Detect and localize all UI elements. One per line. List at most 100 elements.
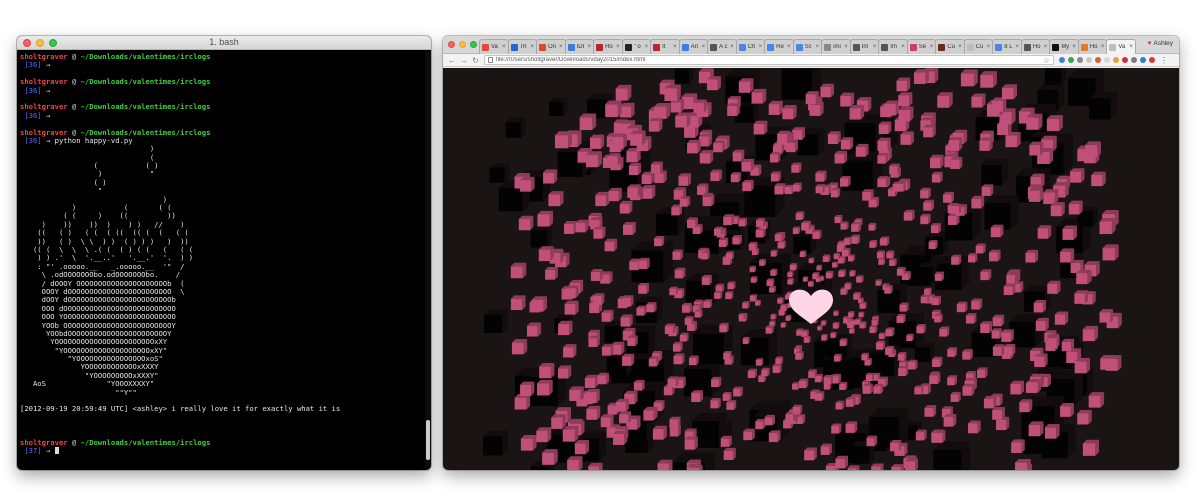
pink-cube <box>988 249 1001 262</box>
address-url[interactable]: file:///Users/sholtgraver/Downloads/vday… <box>496 57 1040 63</box>
close-tab-icon[interactable]: × <box>873 44 877 50</box>
dark-cube <box>1044 68 1067 85</box>
close-tab-icon[interactable]: × <box>901 44 905 50</box>
browser-tab[interactable]: Im × <box>849 39 880 54</box>
pink-cube <box>787 278 794 285</box>
close-tab-icon[interactable]: × <box>730 44 734 50</box>
browser-tab[interactable]: " o × <box>621 39 652 54</box>
extension-icon[interactable] <box>1077 57 1083 63</box>
close-window-button[interactable] <box>448 41 455 48</box>
pink-cube <box>815 184 825 194</box>
pink-cube <box>718 237 729 247</box>
browser-tab[interactable]: Se × <box>906 39 937 54</box>
close-tab-icon[interactable]: × <box>531 44 535 50</box>
cube-scene-canvas[interactable] <box>443 68 1179 470</box>
pink-cube <box>885 345 895 355</box>
browser-tab[interactable]: IDI × <box>564 39 595 54</box>
terminal-output[interactable]: sholtgraver @ ~/Downloads/valentimes/irc… <box>17 51 425 470</box>
browser-tab[interactable]: On × <box>536 39 566 54</box>
pink-cube <box>920 187 931 199</box>
browser-window[interactable]: Va × Th × On × IDI × Ho × " o × It × An × A c × Ch × Re × Sc × i… <box>443 36 1179 470</box>
pink-cube <box>537 210 554 227</box>
close-tab-icon[interactable]: × <box>1015 44 1019 50</box>
prompt-at: @ <box>67 52 81 61</box>
extension-icon[interactable] <box>1086 57 1092 63</box>
close-tab-icon[interactable]: × <box>1072 44 1076 50</box>
back-arrow-icon[interactable]: ← <box>448 56 456 65</box>
browser-tab[interactable]: Va × <box>1106 39 1136 54</box>
extension-icon[interactable] <box>1131 57 1137 63</box>
close-tab-icon[interactable]: × <box>1101 44 1105 50</box>
terminal-scrollbar[interactable] <box>425 51 431 470</box>
terminal-window[interactable]: 1. bash sholtgraver @ ~/Downloads/valent… <box>17 36 431 470</box>
browser-tab[interactable]: 8 L × <box>992 39 1022 54</box>
tab-favicon-icon <box>1052 43 1060 51</box>
terminal-scroll-thumb[interactable] <box>426 420 430 460</box>
browser-tab[interactable]: Cu × <box>935 39 965 54</box>
close-tab-icon[interactable]: × <box>844 44 848 50</box>
extension-icon[interactable] <box>1149 57 1155 63</box>
close-tab-icon[interactable]: × <box>502 44 506 50</box>
page-viewport[interactable] <box>443 68 1179 470</box>
close-tab-icon[interactable]: × <box>559 44 563 50</box>
browser-tab[interactable]: Ho × <box>1020 39 1051 54</box>
terminal-titlebar[interactable]: 1. bash <box>17 36 431 50</box>
browser-tab[interactable]: An × <box>678 39 709 54</box>
close-tab-icon[interactable]: × <box>588 44 592 50</box>
forward-arrow-icon[interactable]: → <box>460 56 468 65</box>
close-tab-icon[interactable]: × <box>1129 44 1133 50</box>
pink-cube <box>923 124 936 138</box>
address-bar[interactable]: file:///Users/sholtgraver/Downloads/vday… <box>484 55 1054 65</box>
browser-tab[interactable]: My × <box>1049 39 1079 54</box>
pink-cube <box>1037 225 1052 239</box>
pink-cube <box>742 301 750 309</box>
browser-tab[interactable]: Th × <box>507 39 538 54</box>
browser-tab[interactable]: It × <box>650 39 680 54</box>
close-tab-icon[interactable]: × <box>673 44 677 50</box>
zoom-window-button[interactable] <box>470 41 477 48</box>
minimize-window-button[interactable] <box>459 41 466 48</box>
browser-tab[interactable]: Sc × <box>792 39 823 54</box>
close-tab-icon[interactable]: × <box>1044 44 1048 50</box>
browser-tab[interactable]: A c × <box>707 39 737 54</box>
close-tab-icon[interactable]: × <box>759 44 763 50</box>
close-tab-icon[interactable]: × <box>616 44 620 50</box>
close-tab-icon[interactable]: × <box>787 44 791 50</box>
browser-tab[interactable]: Cu × <box>963 39 994 54</box>
browser-tab[interactable]: Im × <box>878 39 908 54</box>
browser-tab[interactable]: Ch × <box>735 39 766 54</box>
pink-cube <box>792 404 803 415</box>
close-tab-icon[interactable]: × <box>645 44 649 50</box>
browser-tab[interactable]: Ho × <box>593 39 623 54</box>
browser-tab[interactable]: Re × <box>764 39 794 54</box>
close-tab-icon[interactable]: × <box>930 44 934 50</box>
close-tab-icon[interactable]: × <box>816 44 820 50</box>
extension-icon[interactable] <box>1095 57 1101 63</box>
menu-icon[interactable]: ⋮ <box>1160 56 1168 65</box>
pink-cube <box>753 120 768 135</box>
pink-cube <box>1026 378 1041 393</box>
bookmark-star-icon[interactable]: ☆ <box>1043 56 1050 65</box>
extension-icon[interactable] <box>1113 57 1119 63</box>
prompt-command-line: [36] → <box>20 111 422 120</box>
profile-icon: ♥ <box>1147 40 1152 47</box>
close-tab-icon[interactable]: × <box>958 44 962 50</box>
browser-tab[interactable]: Va × <box>479 39 509 54</box>
extension-icon[interactable] <box>1059 57 1065 63</box>
extension-icon[interactable] <box>1122 57 1128 63</box>
pink-cube <box>514 394 531 410</box>
pink-cube <box>833 310 839 316</box>
close-tab-icon[interactable]: × <box>987 44 991 50</box>
browser-tab[interactable]: imi × <box>821 39 851 54</box>
extension-icon[interactable] <box>1140 57 1146 63</box>
extension-icon[interactable] <box>1104 57 1110 63</box>
pink-cube <box>619 411 632 424</box>
profile-button[interactable]: ♥ Ashley <box>1148 40 1173 47</box>
pink-cube <box>915 429 927 441</box>
tab-favicon-icon <box>681 43 689 51</box>
reload-icon[interactable]: ↻ <box>472 56 479 65</box>
close-tab-icon[interactable]: × <box>702 44 706 50</box>
extension-icon[interactable] <box>1068 57 1074 63</box>
tab-label: Va <box>1118 44 1126 50</box>
browser-tab[interactable]: Ho × <box>1077 39 1108 54</box>
